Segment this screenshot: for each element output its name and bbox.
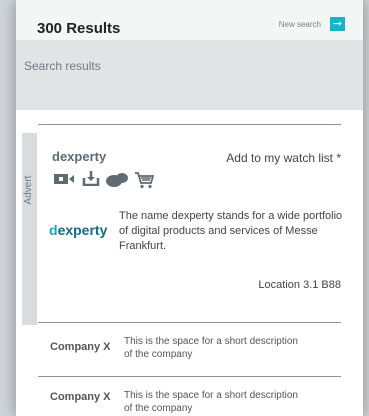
add-to-watch-list-link[interactable]: Add to my watch list * (226, 151, 341, 165)
company-name[interactable]: Company X (50, 341, 111, 353)
advert-brand-name[interactable]: dexperty (52, 149, 106, 164)
advert-description: The name dexperty stands for a wide port… (119, 210, 343, 252)
video-icon[interactable] (53, 172, 75, 191)
company-name[interactable]: Company X (50, 391, 111, 403)
chat-icon[interactable] (105, 172, 129, 195)
search-results-input[interactable]: Search results (16, 40, 363, 110)
results-panel: 300 Results New search ➞ Search results … (16, 0, 363, 416)
advert-label: Advert (23, 175, 34, 205)
advert-location[interactable]: Location 3.1 B88 (258, 279, 341, 291)
advert-strip: Advert (22, 133, 37, 325)
company-description: This is the space for a short descriptio… (124, 390, 298, 414)
arrow-right-icon: ➞ (332, 18, 343, 30)
new-search-button[interactable]: ➞ (330, 17, 345, 31)
logo-rest: experty (57, 222, 108, 238)
cart-icon[interactable] (134, 171, 155, 194)
results-header: 300 Results New search ➞ (16, 0, 363, 40)
divider (38, 376, 341, 377)
results-count-title: 300 Results (37, 20, 121, 37)
download-icon[interactable] (82, 170, 100, 191)
divider (38, 124, 341, 125)
company-description: This is the space for a short descriptio… (124, 336, 298, 360)
logo-prefix: d (49, 222, 58, 238)
divider (38, 322, 341, 323)
dexperty-logo: dexperty (49, 222, 107, 238)
new-search-link[interactable]: New search (279, 20, 321, 29)
search-placeholder: Search results (24, 59, 101, 73)
